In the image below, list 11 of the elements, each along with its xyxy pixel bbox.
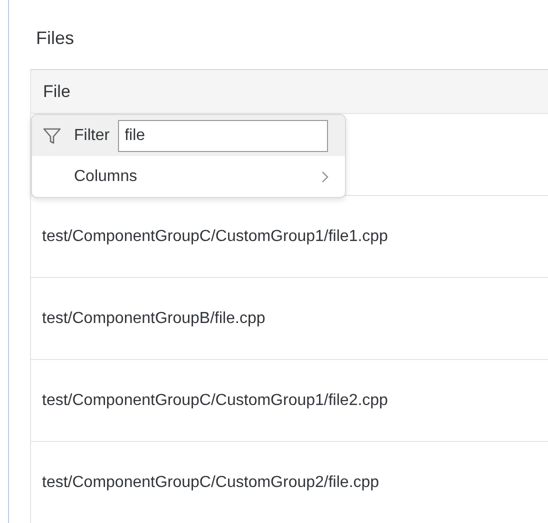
filter-icon (42, 126, 62, 146)
column-header[interactable]: File (43, 82, 70, 102)
table-cell: test/ComponentGroupC/CustomGroup2/file.cpp (42, 474, 380, 492)
filter-field[interactable]: file (118, 120, 328, 152)
menu-item[interactable]: Filter file (32, 115, 345, 156)
chevron-right-icon (321, 170, 329, 182)
table-cell: test/ComponentGroupC/CustomGroup1/file2.cpp (42, 392, 388, 410)
section-title: Files (35, 27, 76, 50)
menu-item[interactable]: Columns (32, 156, 345, 197)
table-cell: test/ComponentGroupB/file.cpp (42, 310, 266, 328)
table-cell: test/ComponentGroupC/CustomGroup1/file1.cpp (42, 228, 388, 246)
